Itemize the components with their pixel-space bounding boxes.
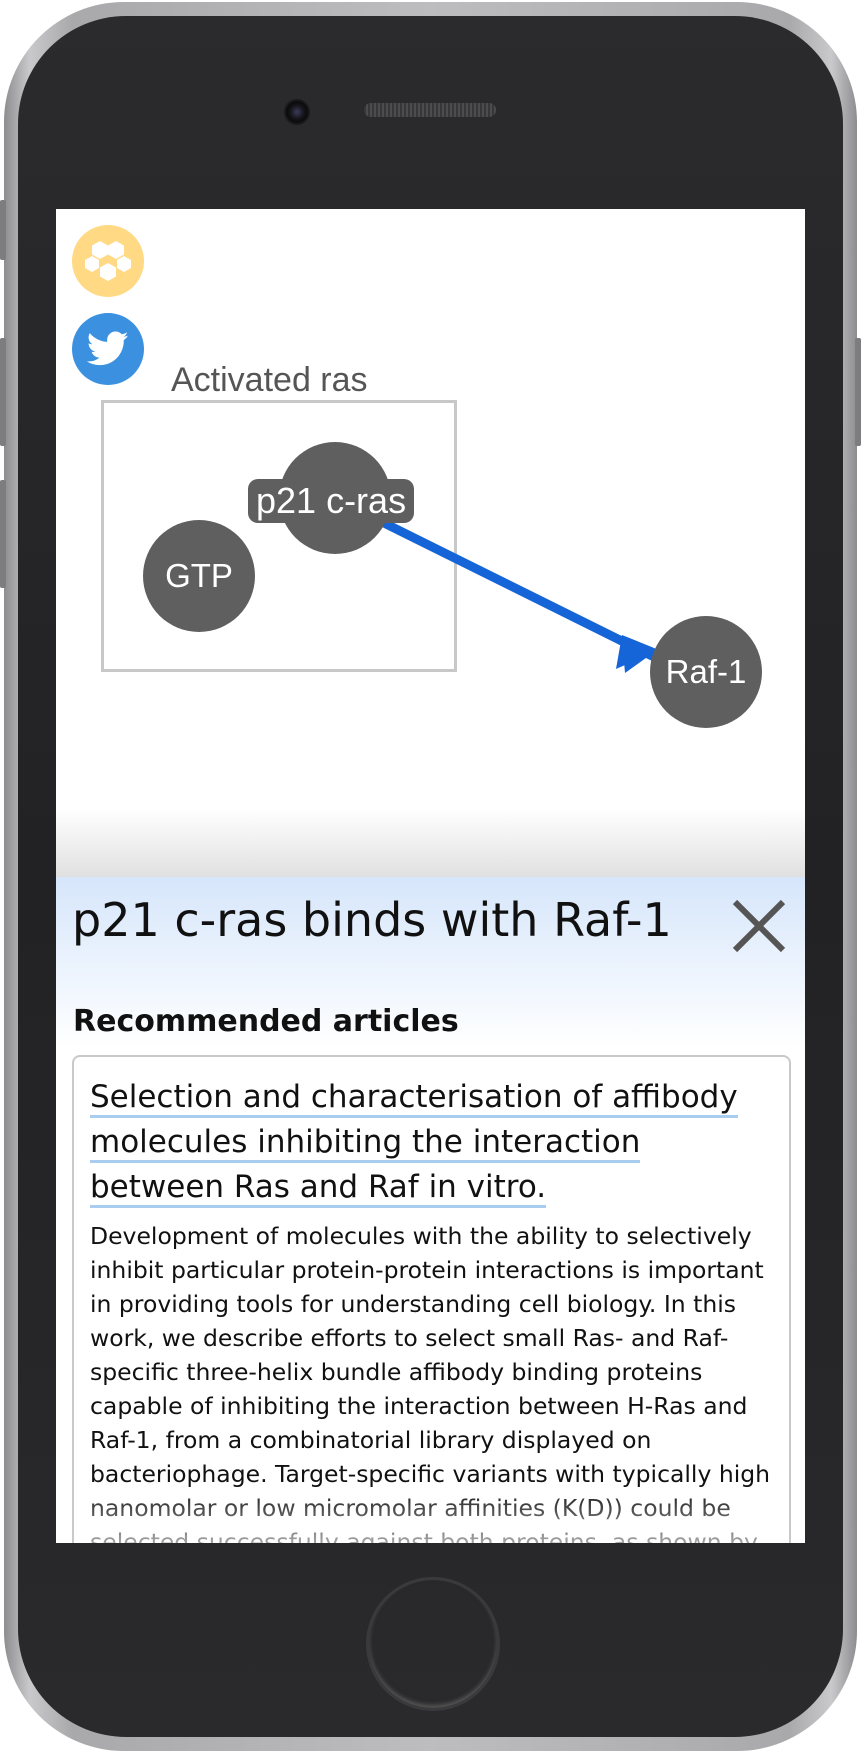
close-button[interactable] [728,895,790,957]
hexagons-icon [85,241,131,281]
recommended-articles-heading: Recommended articles [73,1004,459,1039]
article-card[interactable]: Selection and characterisation of affibo… [72,1055,791,1543]
node-gtp-label: GTP [165,557,233,594]
earpiece-speaker [364,103,496,117]
article-title-text: Selection and characterisation of affibo… [90,1079,738,1208]
node-gtp[interactable]: GTP [143,520,255,632]
abstract-fade [74,1487,789,1543]
hexagons-button[interactable] [72,225,144,297]
twitter-icon [87,331,129,366]
twitter-button[interactable] [72,313,144,385]
node-p21-c-ras-label: p21 c-ras [248,479,415,523]
volume-down-button [0,480,6,588]
panel-title: p21 c-ras binds with Raf-1 [72,893,672,947]
front-camera [284,99,310,125]
volume-up-button [0,338,6,446]
home-button[interactable] [366,1577,500,1711]
detail-panel: p21 c-ras binds with Raf-1 Recommended a… [56,877,805,1543]
article-title-link[interactable]: Selection and characterisation of affibo… [90,1075,780,1210]
power-button [855,338,861,446]
mute-switch [0,200,6,260]
screen: Activated ras GTP p21 c-ras Raf-1 p21 c-… [56,209,805,1543]
close-icon [732,899,786,953]
node-raf-1-label: Raf-1 [665,653,747,690]
network-graph[interactable]: Activated ras GTP p21 c-ras Raf-1 [56,209,805,879]
node-raf-1[interactable]: Raf-1 [650,616,762,728]
edge-ras-raf [371,514,659,662]
